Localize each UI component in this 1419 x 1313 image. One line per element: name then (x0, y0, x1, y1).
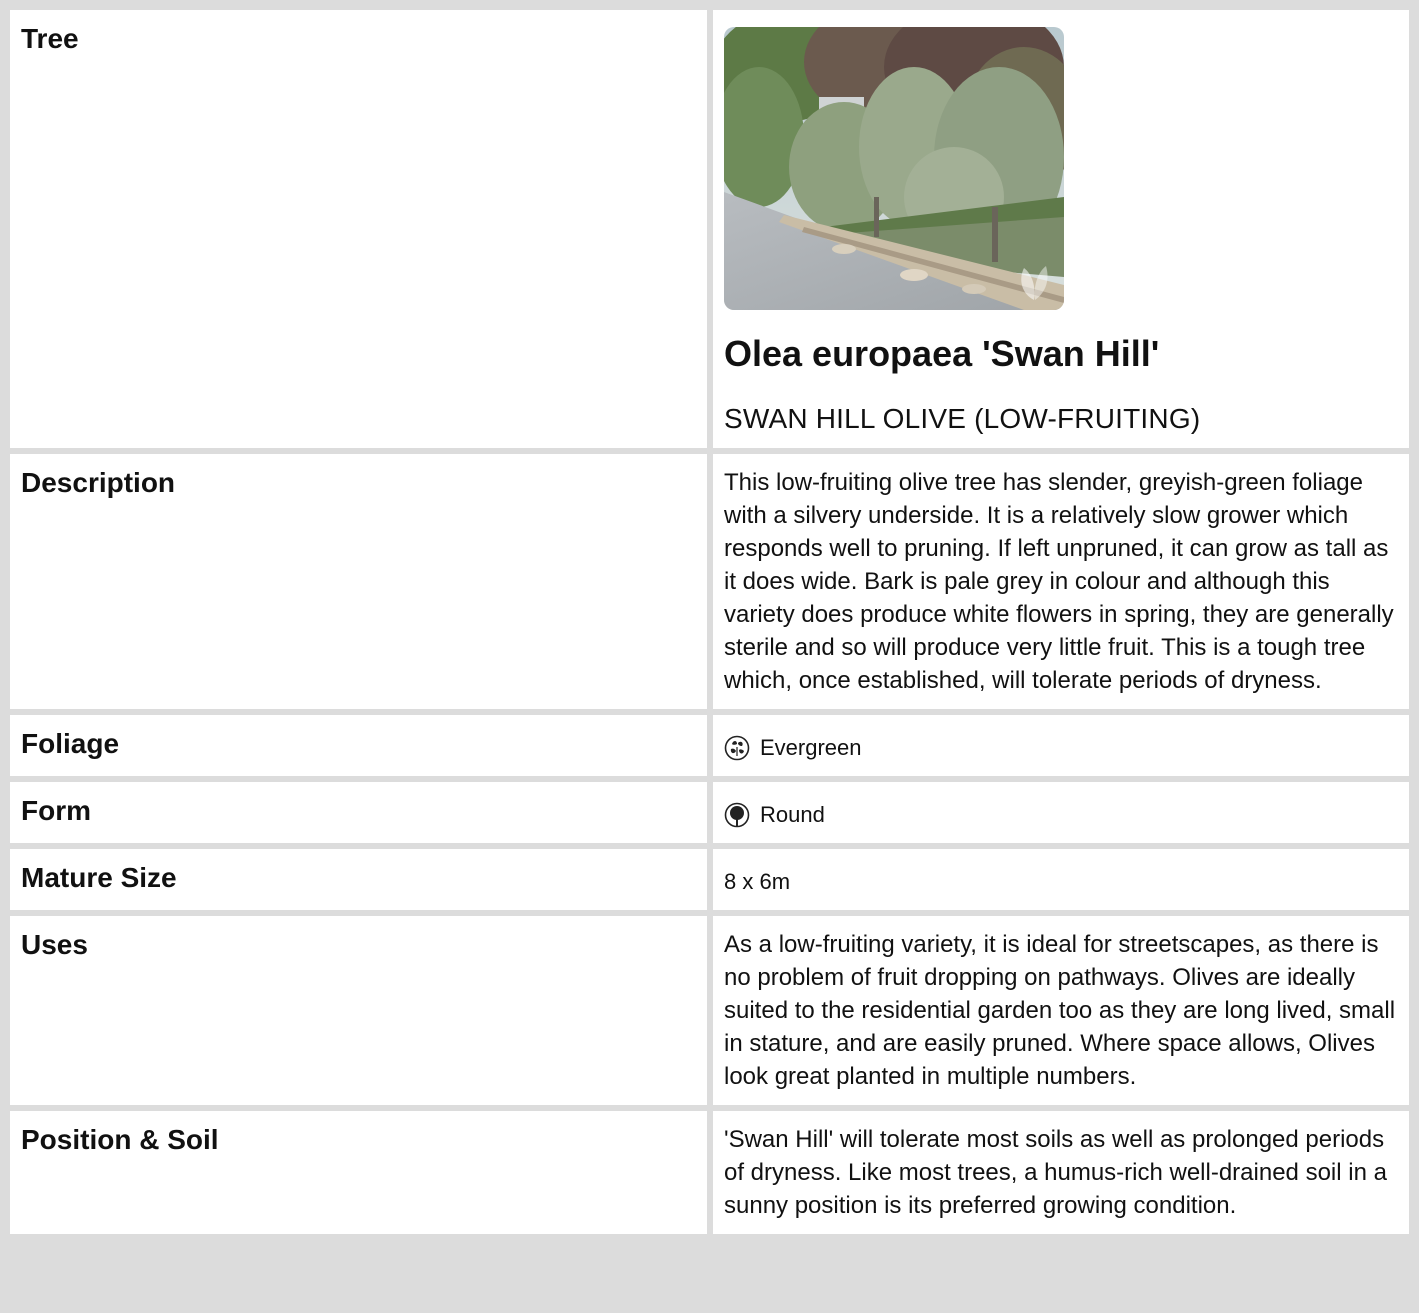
form-value: Round (760, 802, 825, 827)
description-label: Description (10, 454, 707, 709)
round-tree-icon (724, 802, 750, 828)
plant-common-name: SWAN HILL OLIVE (LOW-FRUITING) (724, 403, 1201, 434)
row-uses: Uses As a low-fruiting variety, it is id… (10, 916, 1409, 1105)
row-foliage: Foliage Evergreen (10, 715, 1409, 776)
plant-photo (724, 27, 1064, 310)
row-tree: Tree Olea europaea 'Swan Hill' SWAN HILL… (10, 10, 1409, 448)
plant-spec-sheet: Tree Olea europaea 'Swan Hill' SWAN HILL… (0, 0, 1419, 1313)
plant-spec-table: Tree Olea europaea 'Swan Hill' SWAN HILL… (4, 4, 1415, 1240)
row-form: Form Round (10, 782, 1409, 843)
uses-value: As a low-fruiting variety, it is ideal f… (713, 916, 1409, 1105)
row-description: Description This low-fruiting olive tree… (10, 454, 1409, 709)
row-position-soil: Position & Soil 'Swan Hill' will tolerat… (10, 1111, 1409, 1234)
description-value: This low-fruiting olive tree has slender… (713, 454, 1409, 709)
row-mature-size: Mature Size 8 x 6m (10, 849, 1409, 910)
form-label: Form (10, 782, 707, 843)
position-soil-label: Position & Soil (10, 1111, 707, 1234)
plant-botanical-name: Olea europaea 'Swan Hill' (724, 333, 1160, 374)
leaf-watermark-icon (1021, 266, 1048, 300)
uses-label: Uses (10, 916, 707, 1105)
tree-header-cell: Olea europaea 'Swan Hill' SWAN HILL OLIV… (713, 10, 1409, 448)
foliage-label: Foliage (10, 715, 707, 776)
tree-label: Tree (10, 10, 707, 448)
mature-size-label: Mature Size (10, 849, 707, 910)
form-cell: Round (713, 782, 1409, 843)
position-soil-value: 'Swan Hill' will tolerate most soils as … (713, 1111, 1409, 1234)
mature-size-value: 8 x 6m (713, 849, 1409, 910)
evergreen-leaves-icon (724, 735, 750, 761)
foliage-cell: Evergreen (713, 715, 1409, 776)
foliage-value: Evergreen (760, 735, 862, 760)
